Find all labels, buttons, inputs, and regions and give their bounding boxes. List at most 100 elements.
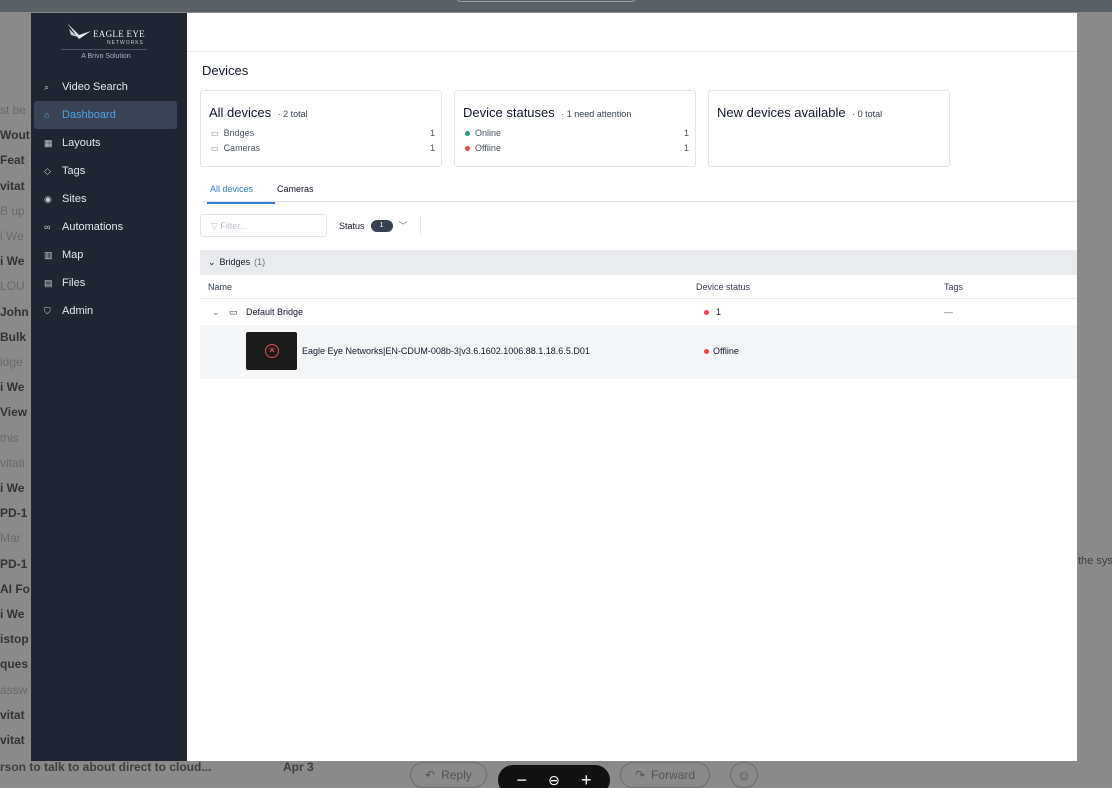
sidebar-item-video-search[interactable]: ⌕ Video Search xyxy=(34,73,177,101)
bridge-icon: ▭ xyxy=(229,307,238,317)
sidebar-item-automations[interactable]: ∞ Automations xyxy=(34,213,177,241)
sidebar-item-icon: ∞ xyxy=(44,222,51,232)
bridge-row[interactable]: ⌄ ▭ Default Bridge 1 — xyxy=(200,299,1077,325)
camera-thumbnail[interactable]: × xyxy=(246,332,297,370)
filter-placeholder: Filter... xyxy=(220,221,248,231)
brand-tagline: A Brivo Solution xyxy=(81,53,131,60)
row-label: Bridges xyxy=(223,128,255,138)
background-reply-button: ↶ Reply xyxy=(410,762,487,788)
bridges-group-header[interactable]: ⌄ Bridges (1) xyxy=(200,250,1077,275)
sidebar-item-label: Files xyxy=(62,277,86,289)
sidebar-item-icon: ◉ xyxy=(44,193,52,204)
row-label: Online xyxy=(475,128,502,138)
emoji-icon: ☺ xyxy=(730,762,758,788)
brand-name: EAGLE EYE xyxy=(93,29,145,39)
background-search-pill xyxy=(455,0,637,2)
row-label: Offline xyxy=(475,143,501,153)
status-filter-dropdown[interactable]: Status 1 ﹀ xyxy=(339,219,408,232)
row-value: 1 xyxy=(683,143,689,153)
sidebar-item-icon: ▦ xyxy=(44,137,53,148)
card-row-offline: Offline 1 xyxy=(465,143,689,153)
device-statuses-card[interactable]: Device statuses · 1 need attention Onlin… xyxy=(454,90,696,167)
status-filter-count-badge: 1 xyxy=(370,219,393,232)
chevron-down-icon[interactable]: ⌄ xyxy=(212,307,220,318)
forward-icon: ↷ xyxy=(635,768,646,782)
sidebar-item-icon: ◇ xyxy=(44,165,51,176)
bridge-status-count: 1 xyxy=(716,307,722,317)
column-header-name[interactable]: Name xyxy=(208,282,232,292)
card-subtitle: 1 need attention xyxy=(566,109,632,119)
sidebar-item-icon: ▥ xyxy=(44,249,53,260)
zoom-toolbar: − ⊖ + xyxy=(498,765,610,788)
all-devices-card[interactable]: All devices · 2 total ▭ Bridges 1 ▭ Camera… xyxy=(200,90,442,167)
card-row-cameras: ▭ Cameras 1 xyxy=(211,143,435,153)
row-value: 1 xyxy=(429,143,435,153)
tab-label: Cameras xyxy=(277,184,314,194)
sidebar-item-admin[interactable]: ⛉ Admin xyxy=(34,297,177,325)
sidebar-item-label: Admin xyxy=(62,305,94,317)
sidebar-item-label: Video Search xyxy=(62,81,128,93)
sidebar-item-icon: ▤ xyxy=(44,277,53,288)
sidebar-item-layouts[interactable]: ▦ Layouts xyxy=(34,129,177,157)
sidebar-item-label: Layouts xyxy=(62,137,101,149)
offline-status-dot xyxy=(704,348,709,354)
group-label: Bridges xyxy=(219,257,251,267)
status-filter-label: Status xyxy=(339,220,365,231)
tab-all-devices[interactable]: All devices xyxy=(207,184,275,204)
tab-cameras[interactable]: Cameras xyxy=(277,184,314,194)
filter-divider xyxy=(420,217,421,235)
sidebar-item-label: Dashboard xyxy=(62,109,116,121)
column-header-tags[interactable]: Tags xyxy=(944,282,963,292)
zoom-icon[interactable]: ⊖ xyxy=(548,772,560,788)
sidebar-item-icon: ⌂ xyxy=(44,110,50,120)
card-row-online: Online 1 xyxy=(465,128,689,138)
background-message-subject: rson to talk to about direct to cloud... xyxy=(0,760,212,774)
camera-row[interactable]: × Eagle Eye Networks|EN-CDUM-008b-3|v3.6… xyxy=(200,325,1077,379)
bridge-name: Default Bridge xyxy=(246,307,304,317)
sidebar-item-tags[interactable]: ◇ Tags xyxy=(34,157,177,185)
card-title: All devices · 2 total xyxy=(209,105,308,120)
background-message-date: Apr 3 xyxy=(283,760,314,774)
background-right-text: the sys xyxy=(1078,555,1112,567)
error-icon: × xyxy=(265,344,279,358)
sidebar-item-label: Tags xyxy=(62,165,86,177)
filter-input[interactable]: ▽ Filter... xyxy=(200,214,327,237)
chevron-down-icon: ﹀ xyxy=(398,221,408,231)
card-subtitle: 0 total xyxy=(857,109,883,119)
new-devices-card[interactable]: New devices available · 0 total xyxy=(708,90,950,167)
column-header-device-status[interactable]: Device status xyxy=(696,282,750,292)
sidebar-item-dashboard[interactable]: ⌂ Dashboard xyxy=(34,101,177,129)
card-title-text: Device statuses xyxy=(463,105,555,120)
bridge-icon: ▭ xyxy=(211,128,219,138)
main-header xyxy=(187,13,1077,52)
background-forward-button: ↷ Forward xyxy=(620,762,711,788)
device-tabs: All devices Cameras xyxy=(202,181,1077,204)
reply-label: Reply xyxy=(441,768,472,782)
eagle-eye-logo: EAGLE EYE NETWORKS xyxy=(65,21,147,46)
sidebar-item-sites[interactable]: ◉ Sites xyxy=(34,185,177,213)
row-label: Cameras xyxy=(223,143,261,153)
card-title-text: All devices xyxy=(209,105,272,120)
offline-status-dot xyxy=(704,309,709,315)
reply-icon: ↶ xyxy=(425,768,436,782)
logo-divider xyxy=(61,49,147,50)
eagle-icon xyxy=(67,23,91,39)
zoom-out-button[interactable]: − xyxy=(517,770,528,788)
bridge-status: 1 xyxy=(704,307,721,317)
sidebar-item-files[interactable]: ▤ Files xyxy=(34,269,177,297)
card-row-bridges: ▭ Bridges 1 xyxy=(211,128,435,138)
camera-status-label: Offline xyxy=(713,346,739,356)
filter-icon: ▽ xyxy=(211,221,221,231)
sidebar-item-label: Automations xyxy=(62,221,124,233)
camera-icon: ▭ xyxy=(211,143,219,153)
zoom-in-button[interactable]: + xyxy=(581,770,592,788)
camera-name: Eagle Eye Networks|EN-CDUM-008b-3|v3.6.1… xyxy=(302,346,590,356)
active-tab-indicator xyxy=(207,202,275,204)
card-title-text: New devices available xyxy=(717,105,846,120)
online-status-dot xyxy=(465,130,470,136)
page-title: Devices xyxy=(202,63,249,78)
sidebar-item-label: Sites xyxy=(62,193,87,205)
group-count: (1) xyxy=(254,257,266,267)
sidebar-item-label: Map xyxy=(62,249,84,261)
sidebar-item-map[interactable]: ▥ Map xyxy=(34,241,177,269)
